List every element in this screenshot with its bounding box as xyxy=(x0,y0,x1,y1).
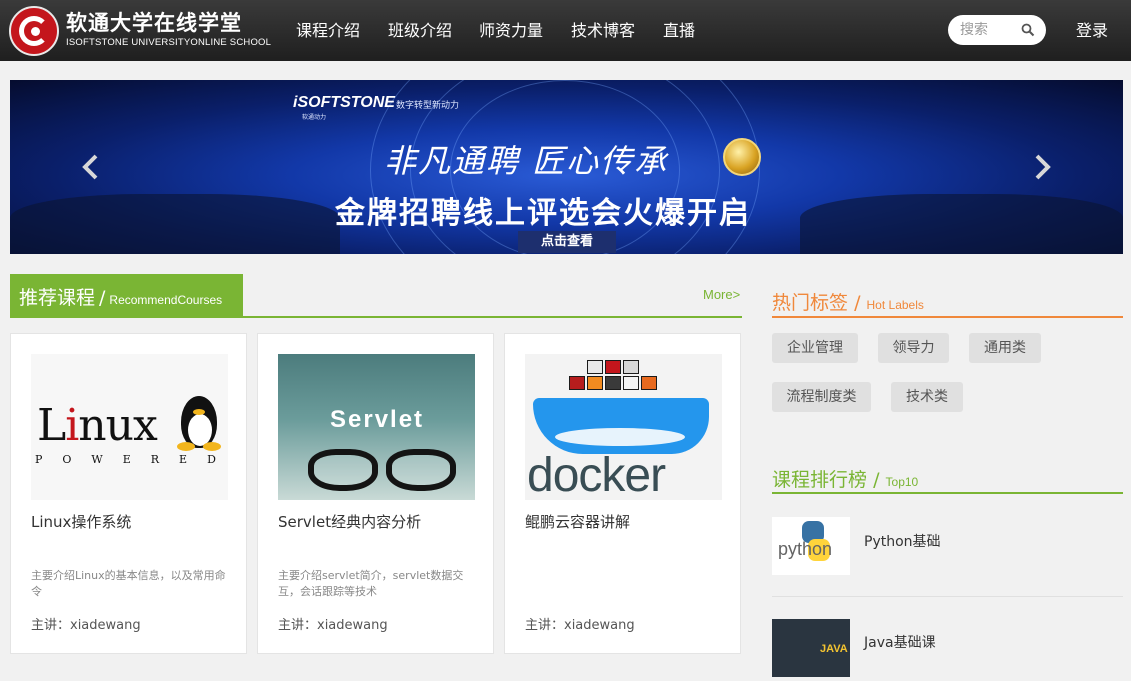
linux-logo-text: Linux xyxy=(37,400,158,451)
hot-labels-title: 热门标签 / Hot Labels xyxy=(772,288,924,315)
title-separator: / xyxy=(873,469,880,491)
login-link[interactable]: 登录 xyxy=(1076,17,1108,41)
nav-item-class-intro[interactable]: 班级介绍 xyxy=(388,17,452,41)
top-header: 软通大学在线学堂 ISOFTSTONE UNIVERSITYONLINE SCH… xyxy=(0,0,1131,61)
rank-divider xyxy=(772,596,1123,597)
rank-thumbnail-java[interactable]: JAVA xyxy=(772,619,850,677)
recommend-heading: 推荐课程 / RecommendCourses xyxy=(10,274,243,318)
course-teacher: 主讲：xiadewang xyxy=(31,618,141,633)
top10-title: 课程排行榜 / Top10 xyxy=(772,465,918,492)
docker-thumb-text: docker xyxy=(527,449,666,500)
logo-dot-shape xyxy=(31,27,40,36)
course-teacher: 主讲：xiadewang xyxy=(525,618,635,633)
recommend-title-cn: 推荐课程 xyxy=(19,287,96,309)
course-thumbnail-linux[interactable]: Linux POWERED xyxy=(31,354,228,500)
docker-whale-belly xyxy=(555,428,685,446)
linux-powered-text: POWERED xyxy=(35,453,228,466)
hot-labels-title-en: Hot Labels xyxy=(866,298,924,312)
tux-foot-shape xyxy=(177,442,195,451)
hot-labels-underline xyxy=(772,316,1123,318)
top10-title-cn: 课程排行榜 xyxy=(772,469,868,491)
course-description: 主要介绍servlet简介，servlet数据交互，会话跟踪等技术 xyxy=(278,569,464,598)
hero-banner[interactable]: iSOFTSTONE 软通动力 数字转型新动力 非凡通聘 匠心传承 金牌招聘线上… xyxy=(10,80,1123,254)
recommend-underline xyxy=(10,316,742,318)
banner-view-button[interactable]: 点击查看 xyxy=(518,231,616,253)
chevron-right-icon[interactable] xyxy=(1027,152,1057,182)
site-title[interactable]: 软通大学在线学堂 xyxy=(66,7,242,37)
title-separator: / xyxy=(854,292,861,314)
recommend-title: 推荐课程 / RecommendCourses xyxy=(19,283,222,310)
recommend-title-en: RecommendCourses xyxy=(109,293,223,307)
nav-item-live[interactable]: 直播 xyxy=(663,17,695,41)
more-link[interactable]: More> xyxy=(703,287,740,302)
search-icon[interactable] xyxy=(1021,23,1035,37)
tux-foot-shape xyxy=(203,442,221,451)
glasses-lens-shape xyxy=(386,449,456,491)
course-title[interactable]: 鲲鹏云容器讲解 xyxy=(525,511,630,532)
tag-technology[interactable]: 技术类 xyxy=(891,382,963,412)
banner-slogan: 非凡通聘 匠心传承 xyxy=(384,142,669,180)
hot-labels-title-cn: 热门标签 xyxy=(772,292,849,314)
container-crate-shape xyxy=(569,376,585,390)
tag-process-rules[interactable]: 流程制度类 xyxy=(772,382,871,412)
tux-belly-shape xyxy=(188,414,212,446)
container-crate-shape xyxy=(605,360,621,374)
nav-item-tech-blog[interactable]: 技术博客 xyxy=(571,17,635,41)
banner-headline: 金牌招聘线上评选会火爆开启 xyxy=(335,196,751,231)
course-title[interactable]: Servlet经典内容分析 xyxy=(278,511,421,532)
course-thumbnail-servlet[interactable]: Servlet xyxy=(278,354,475,500)
course-card-linux[interactable]: Linux POWERED Linux操作系统 主要介绍Linux的基本信息，以… xyxy=(10,333,247,654)
python-thumb-text: python xyxy=(778,539,833,559)
container-crate-shape xyxy=(587,360,603,374)
search-box xyxy=(948,15,1046,45)
container-crate-shape xyxy=(587,376,603,390)
course-card-servlet[interactable]: Servlet Servlet经典内容分析 主要介绍servlet简介，serv… xyxy=(257,333,494,654)
container-crate-shape xyxy=(623,360,639,374)
tag-leadership[interactable]: 领导力 xyxy=(878,333,949,363)
course-thumbnail-docker[interactable]: docker xyxy=(525,354,722,500)
rank-item-label[interactable]: Java基础课 xyxy=(864,632,936,652)
container-crate-shape xyxy=(641,376,657,390)
container-crate-shape xyxy=(623,376,639,390)
tux-beak-shape xyxy=(193,409,205,415)
course-teacher: 主讲：xiadewang xyxy=(278,618,388,633)
top10-title-en: Top10 xyxy=(885,475,919,489)
course-card-docker[interactable]: docker 鲲鹏云容器讲解 主讲：xiadewang xyxy=(504,333,741,654)
logo-icon[interactable] xyxy=(9,6,59,56)
banner-tagline: 数字转型新动力 xyxy=(396,101,460,111)
nav-item-teachers[interactable]: 师资力量 xyxy=(479,17,543,41)
title-separator: / xyxy=(99,287,106,309)
rank-thumbnail-python[interactable]: python xyxy=(772,517,850,575)
crowd-silhouette-right xyxy=(800,194,1123,254)
container-crate-shape xyxy=(605,376,621,390)
banner-brand-logo: iSOFTSTONE xyxy=(293,94,395,111)
banner-brand-sub: 软通动力 xyxy=(302,114,327,121)
site-subtitle: ISOFTSTONE UNIVERSITYONLINE SCHOOL xyxy=(66,37,272,48)
chevron-left-icon[interactable] xyxy=(76,152,106,182)
servlet-thumb-text: Servlet xyxy=(330,406,425,433)
glasses-lens-shape xyxy=(308,449,378,491)
rank-item-label[interactable]: Python基础 xyxy=(864,531,941,551)
tag-enterprise-management[interactable]: 企业管理 xyxy=(772,333,858,363)
tag-general[interactable]: 通用类 xyxy=(969,333,1041,363)
course-title[interactable]: Linux操作系统 xyxy=(31,511,131,532)
gold-medal-icon xyxy=(723,138,761,176)
java-thumb-text: JAVA xyxy=(820,643,848,655)
top10-underline xyxy=(772,492,1123,494)
course-description: 主要介绍Linux的基本信息，以及常用命令 xyxy=(31,569,226,598)
search-input[interactable] xyxy=(960,21,1020,39)
crowd-silhouette-left xyxy=(10,194,340,254)
nav-item-course-intro[interactable]: 课程介绍 xyxy=(296,17,360,41)
